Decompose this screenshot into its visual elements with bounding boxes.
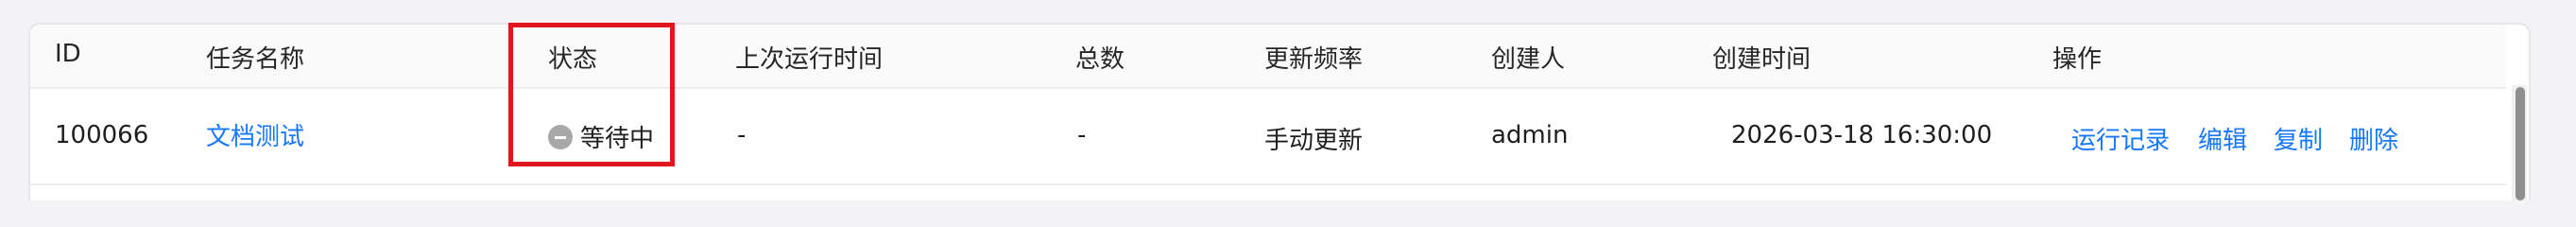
status-badge: 等待中 [548, 119, 654, 154]
column-header-total: 总数 [1075, 45, 1125, 74]
row-total: - [1077, 121, 1087, 149]
column-header-task-name: 任务名称 [206, 45, 305, 74]
column-header-update-frequency: 更新频率 [1264, 45, 1364, 74]
table-header: ID 任务名称 状态 上次运行时间 总数 更新频率 创建人 创建时间 操作 [30, 25, 2506, 89]
table-row: 100066 文档测试 等待中 - - 手动更新 admin 2026-03-1… [30, 89, 2506, 185]
task-table: ID 任务名称 状态 上次运行时间 总数 更新频率 创建人 创建时间 操作 10… [28, 23, 2531, 201]
column-header-actions: 操作 [2052, 45, 2103, 74]
column-header-last-run-time: 上次运行时间 [735, 45, 884, 74]
row-created-time: 2026-03-18 16:30:00 [1731, 121, 1993, 149]
row-creator: admin [1491, 121, 1569, 149]
copy-link[interactable]: 复制 [2274, 121, 2323, 156]
edit-link[interactable]: 编辑 [2198, 121, 2247, 156]
row-update-frequency: 手动更新 [1264, 127, 1364, 155]
delete-link[interactable]: 删除 [2349, 121, 2398, 156]
column-header-status: 状态 [548, 45, 598, 74]
row-id: 100066 [55, 121, 149, 149]
vertical-scrollbar-thumb[interactable] [2516, 87, 2525, 201]
pending-status-icon [548, 124, 573, 149]
row-last-run-time: - [737, 121, 747, 149]
task-name-link[interactable]: 文档测试 [206, 117, 304, 152]
column-header-created-time: 创建时间 [1712, 45, 1812, 74]
column-header-creator: 创建人 [1491, 45, 1566, 74]
column-header-id: ID [55, 40, 81, 68]
status-text: 等待中 [580, 125, 655, 153]
run-history-link[interactable]: 运行记录 [2071, 121, 2170, 156]
